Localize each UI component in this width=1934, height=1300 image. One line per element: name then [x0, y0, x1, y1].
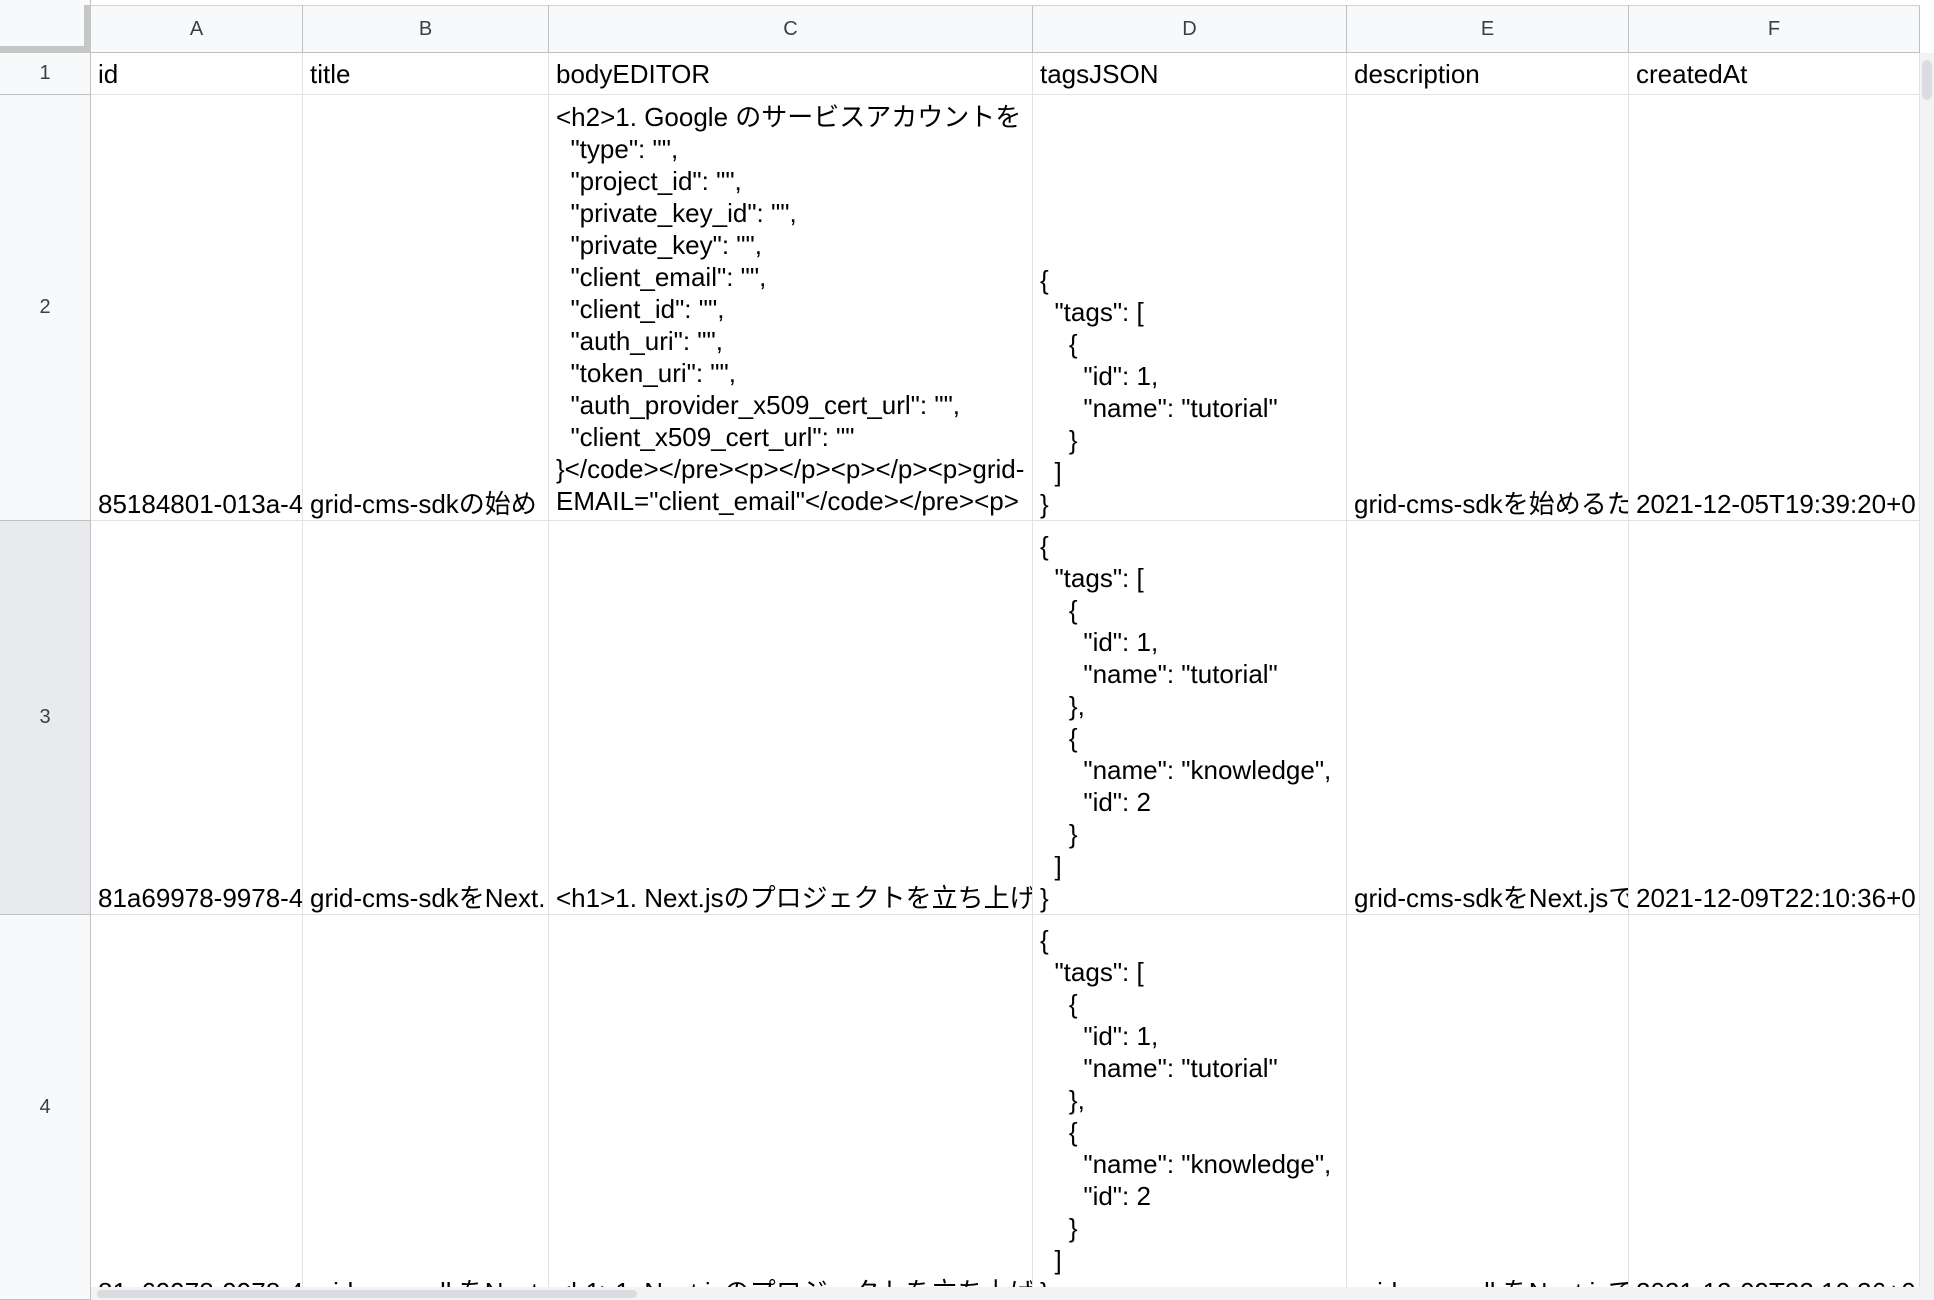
- column-header-a[interactable]: A: [91, 5, 303, 53]
- vertical-scrollbar-thumb[interactable]: [1922, 60, 1932, 100]
- cell-f3[interactable]: 2021-12-09T22:10:36+0: [1629, 521, 1920, 915]
- cell-text: { "tags": [ { "id": 1, "name": "tutorial…: [1040, 925, 1332, 1300]
- horizontal-scrollbar-thumb[interactable]: [97, 1290, 637, 1298]
- cell-d4[interactable]: { "tags": [ { "id": 1, "name": "tutorial…: [1033, 915, 1347, 1300]
- cell-text: title: [310, 58, 351, 89]
- cell-d2[interactable]: { "tags": [ { "id": 1, "name": "tutorial…: [1033, 95, 1347, 521]
- cell-text: description: [1354, 58, 1480, 89]
- column-header-b[interactable]: B: [303, 5, 549, 53]
- cell-text: tagsJSON: [1040, 58, 1159, 89]
- cell-e1[interactable]: description: [1347, 53, 1629, 95]
- cell-f2[interactable]: 2021-12-05T19:39:20+0: [1629, 95, 1920, 521]
- row-header-3[interactable]: 3: [0, 521, 91, 915]
- cell-c1[interactable]: bodyEDITOR: [549, 53, 1033, 95]
- column-header-e[interactable]: E: [1347, 5, 1629, 53]
- cell-c3[interactable]: <h1>1. Next.jsのプロジェクトを立ち上げ: [549, 521, 1033, 915]
- cell-b1[interactable]: title: [303, 53, 549, 95]
- cell-d3[interactable]: { "tags": [ { "id": 1, "name": "tutorial…: [1033, 521, 1347, 915]
- cell-text: grid-cms-sdkを始めるた: [1354, 489, 1629, 519]
- column-header-f[interactable]: F: [1629, 5, 1920, 53]
- cell-text: grid-cms-sdkをNext.jsで: [1354, 883, 1629, 913]
- cell-a2[interactable]: 85184801-013a-4: [91, 95, 303, 521]
- cell-b4[interactable]: grid-cms-sdkをNext.: [303, 915, 549, 1300]
- cell-text: 2021-12-05T19:39:20+0: [1636, 489, 1916, 519]
- column-header-c[interactable]: C: [549, 5, 1033, 53]
- cell-text: grid-cms-sdkをNext.: [310, 883, 546, 913]
- cell-f4[interactable]: 2021-12-09T22:10:36+0: [1629, 915, 1920, 1300]
- cell-a4[interactable]: 81a69978-9978-4: [91, 915, 303, 1300]
- cell-a1[interactable]: id: [91, 53, 303, 95]
- cell-text: id: [98, 58, 119, 89]
- spreadsheet-grid: A B C D E F 1 2 3 4 id title bodyEDITOR …: [0, 0, 1934, 1300]
- cell-text: <h2>1. Google のサービスアカウントを "type": "", "p…: [556, 102, 1025, 516]
- cell-text: { "tags": [ { "id": 1, "name": "tutorial…: [1040, 265, 1278, 519]
- cell-text: 2021-12-09T22:10:36+0: [1636, 883, 1916, 913]
- cell-text: createdAt: [1636, 58, 1748, 89]
- column-header-d[interactable]: D: [1033, 5, 1347, 53]
- row-header-4[interactable]: 4: [0, 915, 91, 1300]
- cell-text: <h1>1. Next.jsのプロジェクトを立ち上げ: [556, 883, 1033, 913]
- cell-b2[interactable]: grid-cms-sdkの始め: [303, 95, 549, 521]
- cell-text: { "tags": [ { "id": 1, "name": "tutorial…: [1040, 531, 1332, 913]
- cell-e2[interactable]: grid-cms-sdkを始めるた: [1347, 95, 1629, 521]
- row-header-1[interactable]: 1: [0, 53, 91, 95]
- vertical-scrollbar[interactable]: [1920, 53, 1934, 1300]
- cell-e4[interactable]: grid-cms-sdkをNext.jsで: [1347, 915, 1629, 1300]
- cell-text: 81a69978-9978-4: [98, 883, 303, 913]
- freeze-handle-horizontal[interactable]: [0, 46, 91, 53]
- cell-text: bodyEDITOR: [556, 58, 711, 89]
- cell-f1[interactable]: createdAt: [1629, 53, 1920, 95]
- cell-b3[interactable]: grid-cms-sdkをNext.: [303, 521, 549, 915]
- cell-a3[interactable]: 81a69978-9978-4: [91, 521, 303, 915]
- cell-e3[interactable]: grid-cms-sdkをNext.jsで: [1347, 521, 1629, 915]
- cell-text: grid-cms-sdkの始め: [310, 489, 537, 519]
- cell-text: 85184801-013a-4: [98, 489, 303, 519]
- cell-d1[interactable]: tagsJSON: [1033, 53, 1347, 95]
- cell-c2[interactable]: <h2>1. Google のサービスアカウントを "type": "", "p…: [549, 95, 1033, 521]
- row-header-2[interactable]: 2: [0, 95, 91, 521]
- cell-c4[interactable]: <h1>1. Next.jsのプロジェクトを立ち上げ: [549, 915, 1033, 1300]
